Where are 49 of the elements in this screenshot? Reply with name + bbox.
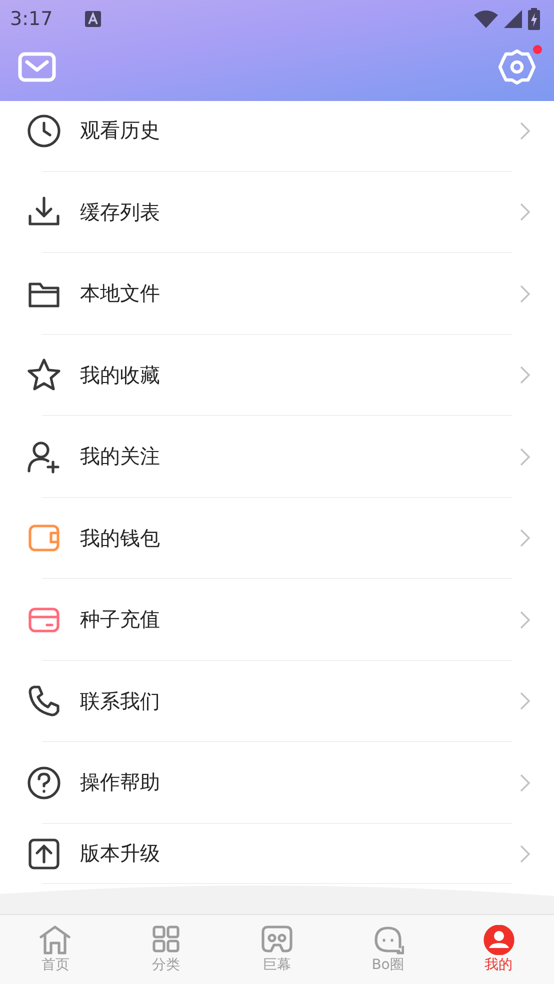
- screen-icon: [260, 925, 293, 955]
- menu-item[interactable]: 本地文件: [0, 253, 554, 334]
- battery-icon: [528, 8, 540, 30]
- menu-label: 我的收藏: [80, 362, 161, 389]
- menu-item[interactable]: 种子充值: [0, 579, 554, 660]
- keyboard-notification-icon: [84, 11, 101, 27]
- chevron-right-icon: [520, 203, 530, 222]
- chevron-right-icon: [520, 774, 530, 792]
- chevron-right-icon: [520, 844, 530, 862]
- chat-icon: [372, 925, 404, 955]
- tab[interactable]: 我的: [443, 915, 554, 984]
- menu-label: 观看历史: [80, 117, 161, 144]
- mail-icon[interactable]: [18, 52, 56, 82]
- menu-label: 我的钱包: [80, 524, 161, 552]
- menu-label: 种子充值: [80, 606, 161, 634]
- star-icon: [26, 357, 62, 394]
- chevron-right-icon: [520, 529, 530, 548]
- menu-item[interactable]: 版本升级: [0, 824, 554, 884]
- menu-item[interactable]: 我的收藏: [0, 334, 554, 416]
- chevron-right-icon: [520, 366, 530, 384]
- phone-icon: [26, 683, 62, 720]
- add-user-icon: [26, 438, 62, 475]
- wifi-icon: [474, 10, 498, 28]
- menu-item[interactable]: 联系我们: [0, 660, 554, 742]
- menu-item[interactable]: 我的关注: [0, 416, 554, 498]
- menu-item[interactable]: 操作帮助: [0, 742, 554, 824]
- settings-icon[interactable]: [498, 48, 536, 86]
- menu-label: 版本升级: [80, 840, 161, 867]
- chevron-right-icon: [520, 122, 530, 140]
- grid-icon: [150, 925, 182, 955]
- clock-icon: [26, 112, 62, 149]
- chevron-right-icon: [520, 692, 530, 710]
- menu-item[interactable]: 缓存列表: [0, 172, 554, 253]
- menu-label: 联系我们: [80, 688, 161, 715]
- help-icon: [26, 764, 62, 801]
- chevron-right-icon: [520, 610, 530, 629]
- user-icon: [482, 925, 515, 955]
- chevron-right-icon: [520, 284, 530, 303]
- menu-label: 本地文件: [80, 280, 161, 308]
- menu-item[interactable]: 我的钱包: [0, 498, 554, 579]
- home-icon: [39, 925, 72, 955]
- upload-icon: [26, 836, 62, 872]
- status-time: 3:17: [10, 8, 53, 30]
- signal-icon: [504, 10, 522, 28]
- menu-label: 我的关注: [80, 443, 161, 470]
- menu-label: 缓存列表: [80, 198, 161, 226]
- menu-label: 操作帮助: [80, 769, 161, 796]
- menu-item[interactable]: 观看历史: [0, 101, 554, 172]
- chevron-right-icon: [520, 448, 530, 466]
